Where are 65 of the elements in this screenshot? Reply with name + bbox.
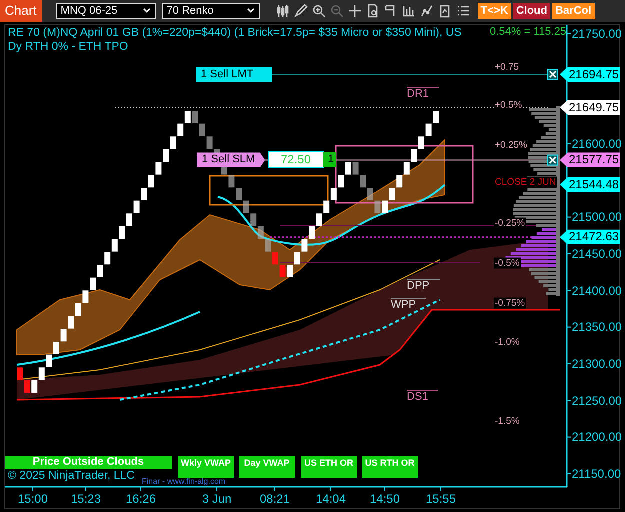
price-tick: 21750.00 <box>572 27 622 41</box>
pencil-icon[interactable] <box>294 4 308 18</box>
order-label[interactable]: 1 Sell LMT <box>196 67 272 82</box>
time-label: 14:50 <box>370 492 400 506</box>
percent-level-label: -1.0% <box>494 336 521 348</box>
price-tick: 21350.00 <box>572 320 622 334</box>
percent-level-label: +0.75 <box>494 61 520 72</box>
pivot-label: DPP <box>407 279 440 292</box>
price-marker: 21694.75 <box>560 67 620 82</box>
document-search-icon[interactable] <box>366 4 380 18</box>
copyright-text: © 2025 NinjaTrader, LLC <box>8 470 135 482</box>
time-label: 08:21 <box>260 492 290 506</box>
time-label: 15:23 <box>70 492 102 506</box>
time-label: 14:04 <box>316 492 346 506</box>
price-tick: 21150.00 <box>572 466 622 481</box>
percent-level-label: -1.5% <box>494 416 521 428</box>
order-quantity[interactable]: 1 <box>323 152 336 168</box>
close-order-icon[interactable] <box>548 154 558 166</box>
line-chart-icon[interactable] <box>420 4 434 18</box>
indicator-badge: Day VWAP <box>239 456 295 478</box>
order-label[interactable]: 1 Sell SLM <box>197 152 266 168</box>
crosshair-icon[interactable] <box>348 4 362 18</box>
time-label: 3 Jun <box>202 492 232 506</box>
credit-text: Finar - www.fin-alg.com <box>142 477 226 486</box>
price-tick: 21400.00 <box>572 284 622 298</box>
percent-level-label: -0.5% <box>494 258 521 269</box>
chevron-icon <box>142 8 151 14</box>
chevron-icon <box>246 8 255 14</box>
price-tick: 21300.00 <box>572 356 622 371</box>
time-label: 15:55 <box>426 492 456 506</box>
price-marker: 21472.63 <box>560 230 620 245</box>
clipboard-icon[interactable] <box>438 4 452 18</box>
zoom-in-icon[interactable] <box>312 4 326 18</box>
price-marker: 21649.75 <box>560 100 620 115</box>
close-order-icon[interactable] <box>548 69 558 80</box>
indicator-badge: Wkly VWAP <box>178 456 234 478</box>
price-change: 0.54% = 115.25 <box>490 26 567 38</box>
pivot-label: DS1 <box>407 390 438 403</box>
price-tick: 21600.00 <box>572 136 622 151</box>
chart-title: RE 70 (M)NQ April 01 GB (1%=220p=$440) (1 Brick=17.5p= $35 Micro or $350 Mini), US Dy RTH 0% - ETH TPO <box>8 26 463 54</box>
indicator-badge: Price Outside Clouds <box>5 456 172 469</box>
percent-level-label: CLOSE 2 JUN <box>494 177 558 188</box>
time-label: 16:26 <box>126 492 156 506</box>
price-tick: 21200.00 <box>572 430 622 444</box>
chart-tab[interactable]: Chart <box>0 0 42 22</box>
price-tick: 21500.00 <box>572 210 622 224</box>
indicator-badge: US RTH OR <box>362 456 418 478</box>
instrument-dropdown[interactable]: MNQ 06-25 <box>56 3 156 19</box>
price-tick: 21250.00 <box>572 394 622 408</box>
indicator-badge: US ETH OR <box>301 456 357 478</box>
pivot-label: WPP <box>391 298 426 311</box>
candlestick-icon[interactable] <box>276 4 290 18</box>
percent-level-label: -0.75% <box>494 298 526 309</box>
price-marker: 21577.75 <box>560 152 620 168</box>
list-icon[interactable] <box>456 4 470 18</box>
percent-level-label: +0.5% <box>494 100 524 111</box>
pivot-label: DR1 <box>407 87 440 100</box>
bar-chart-icon[interactable] <box>402 4 416 18</box>
time-label: 15:00 <box>18 492 48 506</box>
percent-level-label: +0.25% <box>494 140 528 151</box>
period-dropdown[interactable]: 70 Renko <box>162 3 260 19</box>
price-tick: 21450.00 <box>572 246 622 261</box>
toolbar-button[interactable]: Cloud <box>513 3 550 19</box>
price-marker: 21544.48 <box>560 177 620 192</box>
percent-level-label: -0.25% <box>494 218 526 230</box>
